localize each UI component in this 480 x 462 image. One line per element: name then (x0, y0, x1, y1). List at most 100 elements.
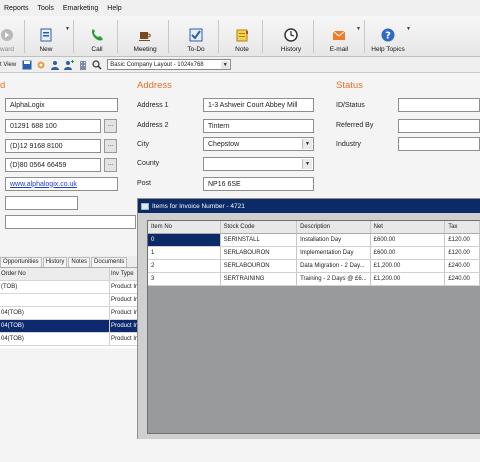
todo-button[interactable]: To-Do (183, 18, 209, 55)
net-cell: £600.00 (371, 247, 446, 259)
history-label: History (280, 46, 302, 53)
net-cell: £600.00 (371, 234, 446, 246)
layout-select[interactable]: Basic Company Layout - 1024x768 ▼ (107, 59, 232, 70)
add-contact-icon[interactable] (64, 59, 75, 70)
settings-icon[interactable] (36, 60, 46, 70)
save-icon[interactable] (22, 60, 32, 70)
history-clock-icon (283, 27, 299, 43)
phone-1-ellipsis-button[interactable]: ... (104, 119, 117, 133)
table-row[interactable]: 1 SERLABOURON Implementation Day £600.00… (148, 247, 480, 260)
inv-type-header[interactable]: Inv Type (110, 268, 140, 280)
item-no-cell: 1 (148, 247, 221, 259)
city-select[interactable]: Chepstow ▼ (203, 137, 314, 151)
phone-2-ellipsis-button[interactable]: ... (104, 139, 117, 153)
order-no-cell (0, 294, 110, 306)
order-no-header[interactable]: Order No (0, 268, 110, 280)
call-button[interactable]: Call (85, 18, 109, 55)
todo-label: To-Do (187, 46, 205, 53)
tax-header[interactable]: Tax (445, 221, 480, 234)
id-status-field[interactable] (398, 98, 480, 112)
menu-emarketing[interactable]: Emarketing (63, 5, 98, 12)
table-row[interactable]: 3 SERTRAINING Training - 2 Days @ £6... … (148, 273, 480, 286)
referred-by-field[interactable] (398, 119, 480, 133)
section-title-address: Address (137, 80, 172, 91)
description-header[interactable]: Description (297, 221, 371, 234)
contact-icon[interactable] (50, 60, 60, 70)
meeting-label: Meeting (133, 46, 157, 53)
phone-3-ellipsis-button[interactable]: ... (104, 158, 117, 172)
meeting-icon (137, 27, 153, 43)
table-row[interactable]: 04(TOB) Product Ir (0, 307, 140, 320)
table-row-selected[interactable]: 04(TOB) Product Ir (0, 320, 140, 333)
chevron-down-icon[interactable]: ▼ (302, 159, 312, 169)
county-label: County (137, 160, 160, 167)
email-button[interactable]: E-mail (326, 18, 352, 55)
chevron-down-icon[interactable]: ▼ (221, 61, 230, 69)
note-button[interactable]: Note (231, 18, 253, 55)
view-label[interactable]: t View (0, 62, 16, 68)
tax-cell: £120.00 (445, 234, 480, 246)
item-no-cell: 0 (148, 234, 221, 246)
tab-history[interactable]: History (42, 257, 68, 267)
stock-code-cell: SERTRAINING (221, 273, 298, 285)
menu-help[interactable]: Help (107, 5, 121, 12)
layout-select-value: Basic Company Layout - 1024x768 (110, 61, 204, 68)
company-name-field[interactable]: AlphaLogix (5, 98, 118, 112)
history-button[interactable]: History (278, 18, 304, 55)
toolbar-separator (168, 20, 169, 53)
table-row[interactable]: 04(TOB) Product Ir (0, 333, 140, 346)
table-row[interactable]: 2 SERLABOURON Data Migration - 2 Day... … (148, 260, 480, 273)
tab-opportunities[interactable]: Opportunities (0, 257, 42, 267)
section-title-company: d (0, 80, 6, 91)
menu-reports[interactable]: Reports (4, 5, 29, 12)
email-dropdown-arrow[interactable]: ▼ (356, 26, 361, 32)
help-topics-button[interactable]: ? Help Topics (370, 18, 406, 55)
new-button[interactable]: New (33, 18, 59, 55)
description-cell: Implementation Day (297, 247, 371, 259)
menu-tools[interactable]: Tools (38, 5, 54, 12)
inv-type-cell: Product Ir (111, 336, 138, 342)
company-icon[interactable] (78, 60, 88, 70)
phone-field-1[interactable]: 01291 688 100 (5, 119, 101, 133)
referred-by-label: Referred By (336, 122, 374, 129)
popup-title-bar[interactable]: Items for Invoice Number - 4721 (138, 199, 480, 213)
city-value: Chepstow (208, 140, 240, 148)
phone-field-3[interactable]: (D)80 0564 66459 (5, 158, 101, 172)
email-icon (331, 27, 347, 43)
postcode-field[interactable]: NP16 6SE (203, 177, 314, 191)
item-no-header[interactable]: Item No (148, 221, 221, 234)
help-dropdown-arrow[interactable]: ▼ (406, 26, 411, 32)
new-dropdown-arrow[interactable]: ▼ (65, 26, 70, 32)
tab-notes[interactable]: Notes (68, 257, 91, 267)
table-row[interactable]: (TOB) Product Ir (0, 281, 140, 294)
toolbar-separator (24, 20, 25, 53)
search-icon[interactable] (92, 59, 102, 70)
table-row[interactable]: Product Ir (0, 294, 140, 307)
empty-field-2[interactable] (5, 215, 136, 229)
table-row-selected[interactable]: 0 SERINSTALL Installation Day £600.00 £1… (148, 234, 480, 247)
net-cell: £1,200.00 (371, 260, 446, 272)
forward-button[interactable]: ward (0, 18, 18, 55)
tax-cell: £240.00 (445, 260, 480, 272)
tab-documents[interactable]: Documents (91, 257, 128, 267)
forward-icon (0, 27, 15, 43)
empty-field-1[interactable] (5, 196, 78, 210)
meeting-button[interactable]: Meeting (130, 18, 160, 55)
popup-title: Items for Invoice Number - 4721 (152, 202, 245, 210)
inv-type-cell: Product Ir (111, 297, 138, 303)
industry-field[interactable] (398, 137, 480, 151)
stock-code-header[interactable]: Stock Code (220, 221, 298, 234)
website-field[interactable]: www.alphalogix.co.uk (5, 177, 118, 191)
address1-field[interactable]: 1-3 Ashweir Court Abbey Mill (203, 98, 314, 112)
chevron-down-icon[interactable]: ▼ (302, 139, 312, 149)
address2-field[interactable]: Tintern (203, 119, 314, 133)
invoice-items-grid: Item No Stock Code Description Net Tax 0… (147, 220, 480, 434)
svg-text:?: ? (385, 31, 391, 42)
address1-label: Address 1 (137, 102, 169, 109)
new-label: New (39, 46, 53, 53)
phone-field-2[interactable]: (D)12 9168 8100 (5, 139, 101, 153)
net-header[interactable]: Net (370, 221, 446, 234)
county-select[interactable]: ▼ (203, 157, 314, 171)
toolbar-separator (117, 20, 118, 53)
description-cell: Installation Day (297, 234, 371, 246)
